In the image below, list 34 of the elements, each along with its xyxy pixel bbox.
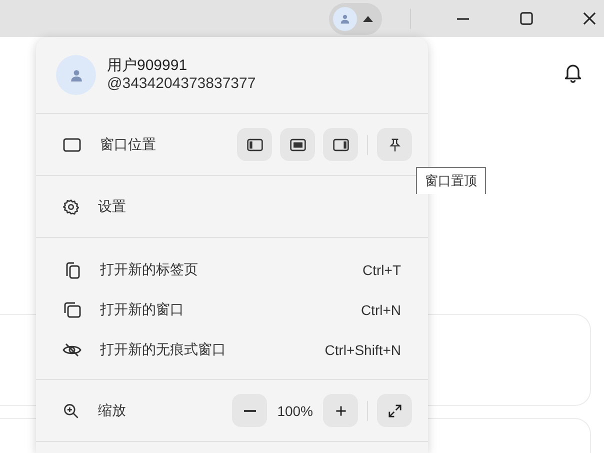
menu-label: 设置 (98, 198, 126, 216)
dock-left-button[interactable] (237, 128, 272, 161)
pin-icon (386, 136, 402, 152)
zoom-in-icon (62, 402, 80, 420)
zoom-in-button[interactable] (323, 394, 358, 427)
pin-button[interactable] (377, 128, 412, 161)
user-name: 用户909991 (107, 57, 188, 75)
menu-item[interactable]: 打开新的无痕式窗口 Ctrl+Shift+N (62, 338, 401, 362)
shortcut-label: Ctrl+T (362, 262, 401, 278)
avatar-icon (56, 55, 96, 95)
expand-icon (386, 402, 402, 418)
shortcut-label: Ctrl+N (360, 302, 401, 318)
close-icon[interactable] (583, 12, 596, 25)
menu-label: 打开新的窗口 (100, 301, 184, 319)
fullscreen-button[interactable] (377, 394, 412, 427)
settings-icon (62, 198, 80, 216)
menu-label: 窗口位置 (100, 136, 156, 154)
menu-label: 打开新的无痕式窗口 (100, 341, 226, 359)
minus-icon (244, 410, 256, 412)
windows-icon (62, 300, 82, 320)
shortcut-label: Ctrl+Shift+N (324, 342, 401, 358)
zoom-value: 100% (276, 402, 314, 418)
menu-label: 缩放 (98, 402, 126, 420)
tooltip: 窗口置顶 (416, 167, 486, 194)
menu-item[interactable]: 打开新的标签页 Ctrl+T (62, 258, 401, 282)
user-handle: @3434204373837377 (107, 75, 256, 93)
zoom-out-button[interactable] (232, 394, 268, 427)
menu-item[interactable]: 打开新的窗口 Ctrl+N (62, 298, 401, 322)
profile-chip[interactable] (329, 2, 382, 34)
maximize-icon[interactable] (520, 12, 533, 25)
dock-right-button[interactable] (323, 128, 358, 161)
avatar-icon (333, 6, 357, 30)
center-window-button[interactable] (280, 128, 315, 161)
menu-label: 打开新的标签页 (100, 261, 198, 279)
